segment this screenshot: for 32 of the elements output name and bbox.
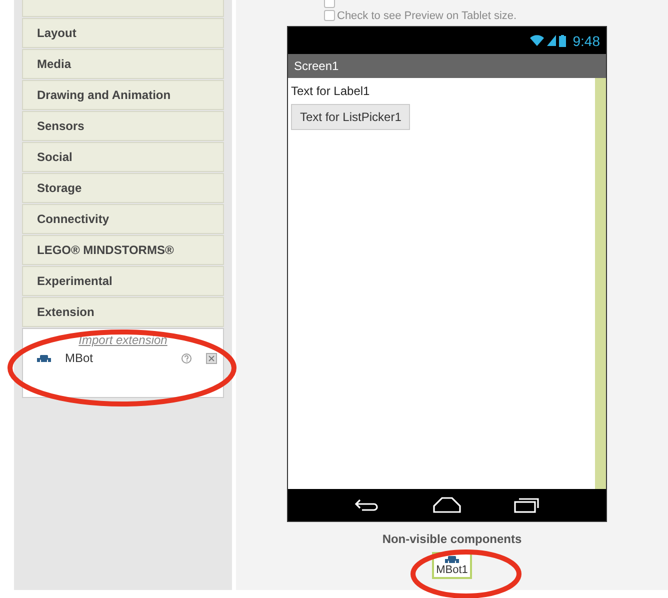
palette-category[interactable]: Storage: [22, 173, 224, 203]
wifi-icon: [530, 35, 544, 46]
palette-category[interactable]: Extension: [22, 297, 224, 327]
signal-icon: [546, 35, 556, 46]
screen-title: Screen1: [294, 59, 339, 73]
robot-icon: [37, 354, 51, 362]
non-visible-heading: Non-visible components: [382, 532, 522, 546]
import-extension-link[interactable]: Import extension: [23, 333, 223, 347]
palette-category[interactable]: Social: [22, 142, 224, 172]
robot-icon: [444, 555, 459, 564]
scrollbar[interactable]: [595, 78, 606, 489]
extension-name[interactable]: MBot: [65, 351, 167, 365]
checkbox[interactable]: [324, 0, 335, 8]
home-icon[interactable]: [432, 497, 462, 513]
palette-category[interactable]: Media: [22, 49, 224, 79]
palette-category[interactable]: Sensors: [22, 111, 224, 141]
palette-category[interactable]: Connectivity: [22, 204, 224, 234]
battery-icon: [558, 34, 566, 46]
palette-category[interactable]: Drawing and Animation: [22, 80, 224, 110]
palette-category[interactable]: Layout: [22, 18, 224, 48]
list-picker-button[interactable]: Text for ListPicker1: [291, 104, 410, 130]
help-icon[interactable]: [181, 352, 192, 364]
delete-icon[interactable]: [206, 352, 217, 364]
component-name: MBot1: [436, 564, 468, 576]
checkbox[interactable]: [324, 10, 335, 21]
back-icon[interactable]: [354, 498, 380, 512]
clock-time: 9:48: [572, 32, 600, 48]
palette-category[interactable]: Experimental: [22, 266, 224, 296]
checkbox-label: Check to see Preview on Tablet size.: [337, 10, 517, 22]
palette-category[interactable]: LEGO® MINDSTORMS®: [22, 235, 224, 265]
label-text: Text for Label1: [291, 84, 370, 98]
recents-icon[interactable]: [514, 497, 540, 513]
